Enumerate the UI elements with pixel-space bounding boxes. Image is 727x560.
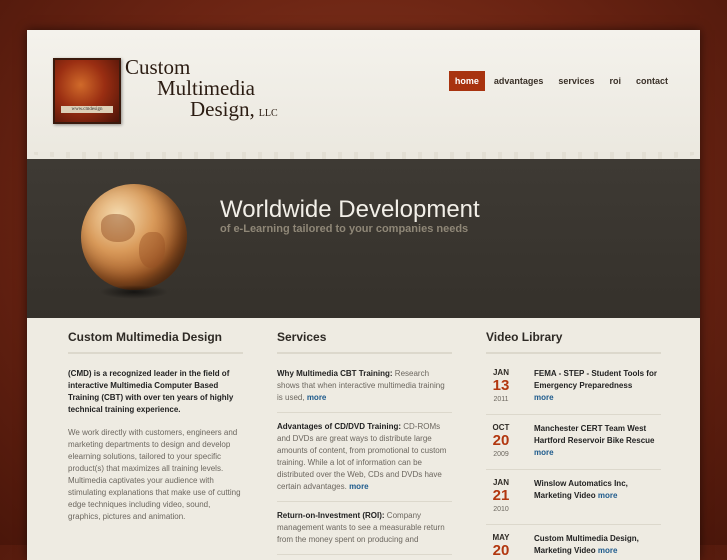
service-item: Why Multimedia CBT Training: Research sh… [277, 368, 452, 413]
more-link[interactable]: more [598, 491, 618, 500]
more-link[interactable]: more [307, 393, 327, 402]
services-column: Services Why Multimedia CBT Training: Re… [277, 330, 452, 560]
video-title: Video Library [486, 330, 661, 354]
video-item-title[interactable]: Winslow Automatics Inc, Marketing Video … [534, 478, 661, 502]
video-column: Video Library JAN 13 2011 FEMA - STEP - … [486, 330, 661, 560]
video-date: MAY 20 [486, 533, 516, 559]
more-link[interactable]: more [534, 447, 661, 459]
logo-design-word: Design, [190, 97, 255, 121]
hero-banner: Worldwide Development of e-Learning tail… [27, 159, 700, 318]
video-date: OCT 20 2009 [486, 423, 516, 461]
date-day: 20 [492, 432, 510, 449]
service-heading: Return-on-Investment (ROI): [277, 511, 385, 520]
video-item: OCT 20 2009 Manchester CERT Team West Ha… [486, 423, 661, 470]
video-item-title[interactable]: Custom Multimedia Design, Marketing Vide… [534, 533, 661, 557]
services-title: Services [277, 330, 452, 354]
video-item-title[interactable]: FEMA - STEP - Student Tools for Emergenc… [534, 368, 661, 392]
date-day: 13 [492, 377, 510, 394]
video-date: JAN 21 2010 [486, 478, 516, 516]
video-item: MAY 20 Custom Multimedia Design, Marketi… [486, 533, 661, 560]
date-year: 2010 [493, 506, 509, 513]
logo-image[interactable]: www.cmdesign [53, 58, 121, 124]
logo-badge: www.cmdesign [61, 106, 113, 113]
video-date: JAN 13 2011 [486, 368, 516, 406]
nav-advantages[interactable]: advantages [488, 71, 550, 91]
globe-image [81, 184, 187, 290]
banner-subtitle: of e-Learning tailored to your companies… [220, 223, 469, 235]
nav-services[interactable]: services [552, 71, 600, 91]
video-info: FEMA - STEP - Student Tools for Emergenc… [534, 368, 661, 404]
site-header: www.cmdesign Custom Multimedia Design, LL… [27, 30, 700, 166]
main-nav: home advantages services roi contact [446, 71, 674, 91]
about-column: Custom Multimedia Design (CMD) is a reco… [68, 330, 243, 523]
service-item: Return-on-Investment (ROI): Company mana… [277, 510, 452, 555]
service-heading: Why Multimedia CBT Training: [277, 369, 393, 378]
more-link[interactable]: more [598, 546, 618, 555]
nav-roi[interactable]: roi [603, 71, 627, 91]
about-body: We work directly with customers, enginee… [68, 428, 241, 521]
date-day: 21 [492, 487, 510, 504]
date-year: 2011 [493, 396, 509, 403]
page-frame: www.cmdesign Custom Multimedia Design, LL… [27, 30, 700, 560]
logo-llc: LLC [258, 108, 278, 119]
video-item-title[interactable]: Manchester CERT Team West Hartford Reser… [534, 423, 661, 447]
logo-line-custom[interactable]: Custom [125, 56, 190, 78]
logo-line-multimedia[interactable]: Multimedia [157, 77, 255, 99]
service-item: Advantages of CD/DVD Training: CD-ROMs a… [277, 421, 452, 502]
about-title: Custom Multimedia Design [68, 330, 243, 354]
service-heading: Advantages of CD/DVD Training: [277, 422, 402, 431]
globe-shadow [99, 285, 169, 299]
video-info: Manchester CERT Team West Hartford Reser… [534, 423, 661, 459]
more-link[interactable]: more [349, 482, 369, 491]
date-year: 2009 [493, 451, 509, 458]
more-link[interactable]: more [534, 392, 661, 404]
date-day: 20 [492, 542, 510, 559]
nav-home[interactable]: home [448, 71, 485, 91]
nav-contact[interactable]: contact [630, 71, 674, 91]
banner-title: Worldwide Development [220, 196, 480, 223]
video-info: Winslow Automatics Inc, Marketing Video … [534, 478, 661, 502]
service-text: CD-ROMs and DVDs are great ways to distr… [277, 422, 447, 491]
logo-line-design[interactable]: Design, LLC [190, 98, 278, 125]
video-item: JAN 21 2010 Winslow Automatics Inc, Mark… [486, 478, 661, 525]
video-item: JAN 13 2011 FEMA - STEP - Student Tools … [486, 368, 661, 415]
about-intro: (CMD) is a recognized leader in the fiel… [68, 369, 234, 414]
video-info: Custom Multimedia Design, Marketing Vide… [534, 533, 661, 557]
